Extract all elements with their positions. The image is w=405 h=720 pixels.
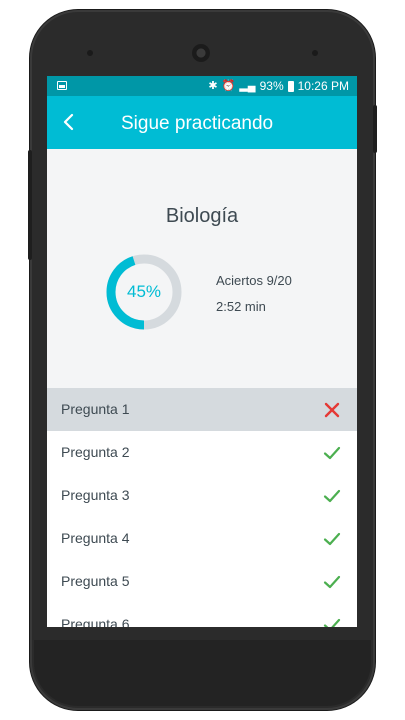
front-camera xyxy=(192,44,210,62)
volume-button xyxy=(28,150,32,260)
subject-title: Biología xyxy=(165,205,239,227)
battery-icon xyxy=(287,80,294,92)
power-button xyxy=(373,105,377,153)
question-label: Pregunta 2 xyxy=(61,444,130,460)
correct-check-icon xyxy=(323,446,341,460)
hits-count: Aciertos 9/20 xyxy=(216,273,292,288)
signal-icon: ▂▄ xyxy=(239,80,256,92)
question-label: Pregunta 5 xyxy=(61,573,130,589)
correct-check-icon xyxy=(323,618,341,627)
light-sensor xyxy=(312,50,318,56)
question-row[interactable]: Pregunta 3 xyxy=(47,474,357,517)
back-arrow-icon[interactable] xyxy=(57,110,81,134)
question-label: Pregunta 4 xyxy=(61,530,130,546)
score-percent: 45% xyxy=(126,282,162,301)
phone-chin xyxy=(34,640,371,706)
screen: ✱ ⏰ ▂▄ 93% 10:26 PM Sigue practicando Bi… xyxy=(47,76,357,627)
question-row[interactable]: Pregunta 5 xyxy=(47,560,357,603)
correct-check-icon xyxy=(323,575,341,589)
proximity-sensor xyxy=(87,50,93,56)
question-label: Pregunta 6 xyxy=(61,616,130,627)
question-list: Pregunta 1 Pregunta 2 Pregunta 3 Pregunta 4… xyxy=(47,388,357,627)
bluetooth-icon: ✱ xyxy=(208,80,218,92)
elapsed-time: 2:52 min xyxy=(216,299,266,314)
status-bar: ✱ ⏰ ▂▄ 93% 10:26 PM xyxy=(47,76,357,96)
question-row[interactable]: Pregunta 4 xyxy=(47,517,357,560)
question-row[interactable]: Pregunta 1 xyxy=(47,388,357,431)
incorrect-cross-icon xyxy=(324,402,340,418)
correct-check-icon xyxy=(323,489,341,503)
score-summary: Biología 45% Aciertos 9/20 2:52 min xyxy=(47,149,357,388)
question-label: Pregunta 1 xyxy=(61,401,130,417)
image-notification-icon xyxy=(57,81,67,90)
correct-check-icon xyxy=(323,532,341,546)
question-row[interactable]: Pregunta 6 xyxy=(47,603,357,627)
battery-percent: 93% xyxy=(259,79,284,93)
alarm-icon: ⏰ xyxy=(221,80,236,92)
page-title: Sigue practicando xyxy=(121,113,274,134)
app-bar: Sigue practicando xyxy=(47,96,357,149)
status-time: 10:26 PM xyxy=(297,79,349,93)
question-row[interactable]: Pregunta 2 xyxy=(47,431,357,474)
question-label: Pregunta 3 xyxy=(61,487,130,503)
